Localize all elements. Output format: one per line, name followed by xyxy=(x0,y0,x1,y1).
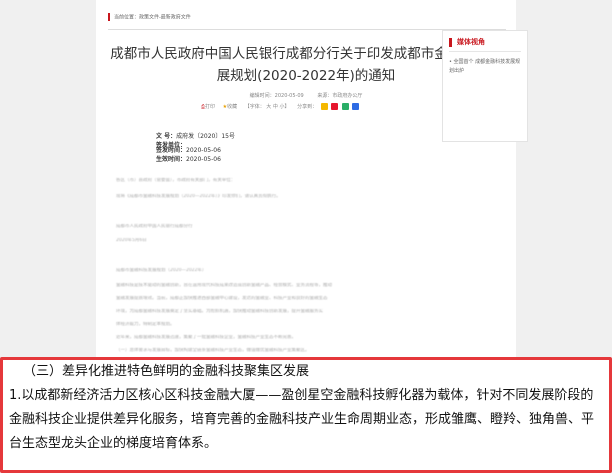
body-line: 金融科技是技术驱动的金融创新，旨在运用现代科技成果改造或创新金融产品、经营模式、… xyxy=(116,283,332,288)
renren-share-icon[interactable] xyxy=(352,103,360,110)
wechat-share-icon[interactable] xyxy=(341,103,349,110)
qzone-share-icon[interactable] xyxy=(320,103,328,110)
body-line: 成都市金融科技发展规划（2020—2022年） xyxy=(116,268,207,273)
document-source: 来源：市政府办公厅 xyxy=(317,93,363,99)
body-line: （一）总体要求与发展目标，加快构建全链条金融科技产业生态，做强做优金融科技产业集… xyxy=(116,348,310,353)
issue-date-label: 签发时间： xyxy=(156,147,187,154)
document-toolbar: ⎙打印 ★收藏 【字体： 大 中 小】 分享到： xyxy=(201,103,360,110)
print-button[interactable]: ⎙打印 xyxy=(201,104,215,110)
weibo-share-icon[interactable] xyxy=(331,103,339,110)
body-line: 成都市人民政府中国人民银行成都分行 xyxy=(116,224,193,229)
body-line: 环境，为成都金融科技发展奠定了坚实基础。为抢抓机遇，加快推动金融科技创新发展，提… xyxy=(116,309,323,314)
breadcrumb-text[interactable]: 当前位置：政策文件-最新政府文件 xyxy=(114,15,191,21)
doc-number-label: 文 号： xyxy=(156,133,177,140)
effective-date-label: 生效时间： xyxy=(156,156,187,163)
body-line: 金融发展提质增效。当前，成都正加快推进西部金融中心建设，发达的金融业、科技产业和… xyxy=(116,296,328,301)
share-label: 分享到： xyxy=(297,104,318,110)
media-sidebar: 媒体视角 • 全国首个 成都金融科技发展规划出炉 xyxy=(442,30,528,142)
sidebar-divider xyxy=(449,51,521,52)
font-size-selector[interactable]: 【字体： 大 中 小】 xyxy=(245,104,290,110)
doc-number: 成府发〔2020〕15号 xyxy=(176,133,235,140)
sidebar-item-label: 全国首个 成都金融科技发展规划出炉 xyxy=(449,59,521,74)
issue-date: 2020-05-06 xyxy=(186,147,221,154)
body-line: 各区（市）县政府（管委会），市政府有关部门，有关单位： xyxy=(116,178,236,183)
sidebar-item-link[interactable]: • 全国首个 成都金融科技发展规划出炉 xyxy=(449,58,521,76)
edit-date: 编辑时间：2020-05-09 xyxy=(249,93,304,99)
favorite-button[interactable]: ★收藏 xyxy=(223,104,238,110)
sidebar-title: 媒体视角 xyxy=(449,38,521,47)
effective-date: 2020-05-06 xyxy=(186,156,221,163)
excerpt-heading: （三）差异化推进特色鲜明的金融科技聚集区发展 xyxy=(23,364,310,379)
document-info: 文 号：成府发〔2020〕15号 签发单位： 签发时间：2020-05-06 生… xyxy=(156,131,456,163)
body-line: 体经济能力，特制定本规划。 xyxy=(116,322,175,327)
breadcrumb-marker xyxy=(108,13,110,21)
favorite-label: 收藏 xyxy=(227,104,238,110)
print-label: 打印 xyxy=(205,104,216,110)
excerpt-body: 1.以成都新经济活力区核心区科技金融大厦——盈创星空金融科技孵化器为载体，针对不… xyxy=(9,388,595,451)
body-line: 近年来，成都金融科技发展迅速，集聚了一批金融科技企业，金融科技产业生态不断完善。 xyxy=(116,335,296,340)
breadcrumb: 当前位置：政策文件-最新政府文件 xyxy=(108,13,191,21)
body-line: 2020年5月6日 xyxy=(116,238,147,243)
highlighted-excerpt: （三）差异化推进特色鲜明的金融科技聚集区发展 1.以成都新经济活力区核心区科技金… xyxy=(0,357,612,473)
body-line: 现将《成都市金融科技发展规划（2020—2022年）》印发你们，请认真贯彻执行。 xyxy=(116,194,281,199)
